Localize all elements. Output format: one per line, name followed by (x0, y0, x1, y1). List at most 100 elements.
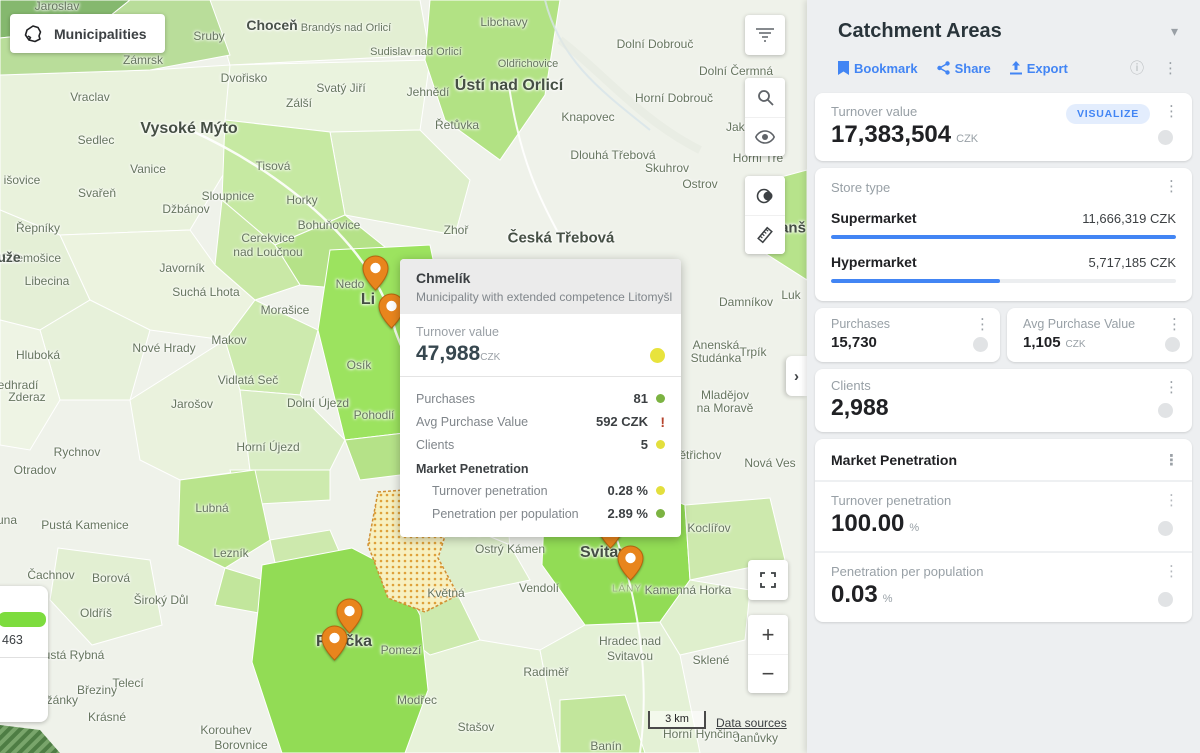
pin-icon (617, 545, 644, 581)
zoom-group: + − (748, 615, 788, 693)
card-label: Store type (831, 180, 1176, 195)
share-label: Share (955, 61, 991, 76)
card-label: Turnover penetration (831, 493, 1176, 508)
popup-rows: Purchases 81 Avg Purchase Value 592 CZK … (400, 376, 681, 537)
visualize-badge[interactable]: VISUALIZE (1066, 104, 1150, 124)
bookmark-icon (838, 61, 849, 75)
visualize-toggle-dot[interactable] (1158, 130, 1173, 145)
penetration-row: Penetration per population 0.03% ⋮ (815, 551, 1192, 622)
status-dot (648, 440, 665, 449)
fullscreen-icon (760, 572, 776, 588)
progress-fill (831, 235, 1176, 239)
card-kebab-menu[interactable]: ⋮ (1167, 317, 1182, 332)
search-visibility-group (745, 78, 785, 156)
popup-row: Turnover penetration 0.28 % (416, 479, 665, 502)
card-label: Clients (831, 378, 1176, 393)
metric-value: 47,988CZK (416, 342, 665, 366)
chevron-down-icon[interactable]: ▾ (1171, 23, 1178, 40)
map-popup: Chmelík Municipality with extended compe… (400, 259, 681, 537)
value-unit: % (909, 522, 919, 534)
map-pin[interactable] (617, 545, 644, 581)
turnover-value-card: Turnover value 17,383,504CZK VISUALIZE ⋮ (815, 93, 1192, 161)
store-type-card: Store type ⋮ Supermarket 11,666,319 CZK … (815, 168, 1192, 301)
map-scale-bar: 3 km (648, 711, 706, 729)
card-value: 15,730 (831, 334, 986, 351)
value-number: 0.03 (831, 581, 878, 608)
municipalities-label: Municipalities (54, 26, 147, 42)
scale-label: 3 km (665, 713, 689, 725)
share-button[interactable]: Share (937, 61, 991, 76)
visibility-button[interactable] (745, 117, 785, 156)
progress-track (831, 235, 1176, 239)
status-dot (650, 348, 665, 363)
measure-button[interactable] (745, 215, 785, 254)
status-dot (648, 486, 665, 495)
polygon-layer-icon (23, 24, 43, 44)
card-value: 2,988 (831, 394, 1176, 421)
row-value: 0.28 % (608, 483, 648, 498)
visualize-toggle-dot[interactable] (1158, 403, 1173, 418)
info-icon[interactable]: ⓘ (1130, 58, 1144, 78)
zoom-in-button[interactable]: + (748, 615, 788, 654)
card-kebab-menu[interactable]: ⋮ (1164, 493, 1179, 508)
store-value: 5,717,185 CZK (1089, 255, 1176, 270)
row-value: 81 (634, 391, 648, 406)
export-button[interactable]: Export (1010, 61, 1068, 76)
row-label: Penetration per population (432, 507, 608, 521)
panel-collapse-button[interactable]: › (786, 356, 807, 396)
card-kebab-menu[interactable]: ⋮ (975, 317, 990, 332)
row-label: Purchases (416, 392, 634, 406)
visualize-toggle-dot[interactable] (973, 337, 988, 352)
municipalities-layer-button[interactable]: Municipalities (10, 14, 165, 53)
map-pin[interactable] (362, 255, 389, 291)
visualize-toggle-dot[interactable] (1158, 592, 1173, 607)
data-sources-link[interactable]: Data sources (716, 716, 787, 730)
section-title: Market Penetration (831, 452, 957, 468)
visualize-toggle-dot[interactable] (1158, 521, 1173, 536)
filter-icon (756, 28, 774, 42)
map-canvas[interactable]: JaroslavChoceňBrandýs nad OrlicíLibchavy… (0, 0, 807, 753)
row-label: Turnover penetration (432, 484, 608, 498)
popup-row: Purchases 81 (416, 387, 665, 410)
clients-card: Clients 2,988 ⋮ (815, 369, 1192, 432)
contrast-button[interactable] (745, 176, 785, 215)
value-number: 100.00 (831, 510, 904, 537)
card-kebab-menu[interactable]: ⋮ (1164, 104, 1179, 119)
alert-icon: ! (648, 415, 665, 429)
minus-icon: − (762, 661, 775, 687)
zoom-out-button[interactable]: − (748, 654, 788, 693)
avg-purchase-value-card: Avg Purchase Value 1,105CZK ⋮ (1007, 308, 1192, 362)
filter-button[interactable] (745, 15, 785, 55)
visualize-toggle-dot[interactable] (1165, 337, 1180, 352)
card-value: 100.00% (831, 510, 1176, 538)
fullscreen-button[interactable] (748, 560, 788, 600)
search-icon (757, 89, 774, 106)
popup-main-metric: Turnover value 47,988CZK (400, 314, 681, 376)
panel-kebab-menu[interactable]: ⋮ (1163, 61, 1178, 76)
card-kebab-menu[interactable]: ⋮ (1164, 179, 1179, 194)
legend-color-swatch (0, 612, 46, 627)
bookmark-button[interactable]: Bookmark (838, 61, 918, 76)
popup-subtitle: Municipality with extended competence Li… (416, 290, 665, 304)
card-value: 17,383,504CZK (831, 121, 1176, 149)
purchases-card: Purchases 15,730 ⋮ (815, 308, 1000, 362)
page-title: Catchment Areas (838, 20, 1002, 43)
legend-value: 463 (2, 633, 23, 647)
store-type-row: Hypermarket 5,717,185 CZK (831, 254, 1176, 283)
chevron-right-icon: › (794, 368, 799, 385)
popup-header: Chmelík Municipality with extended compe… (400, 259, 681, 314)
store-value: 11,666,319 CZK (1082, 211, 1176, 226)
status-dot (648, 394, 665, 403)
eye-icon (755, 130, 775, 144)
search-button[interactable] (745, 78, 785, 117)
card-kebab-menu[interactable]: ⋮ (1164, 453, 1179, 468)
map-pin[interactable] (321, 625, 348, 661)
export-label: Export (1027, 61, 1068, 76)
penetration-row: Turnover penetration 100.00% ⋮ (815, 482, 1192, 551)
card-kebab-menu[interactable]: ⋮ (1164, 380, 1179, 395)
catchment-panel: Catchment Areas ▾ Bookmark Share (807, 0, 1200, 753)
card-kebab-menu[interactable]: ⋮ (1164, 564, 1179, 579)
export-icon (1010, 61, 1022, 75)
pin-icon (321, 625, 348, 661)
ruler-icon (756, 226, 774, 244)
